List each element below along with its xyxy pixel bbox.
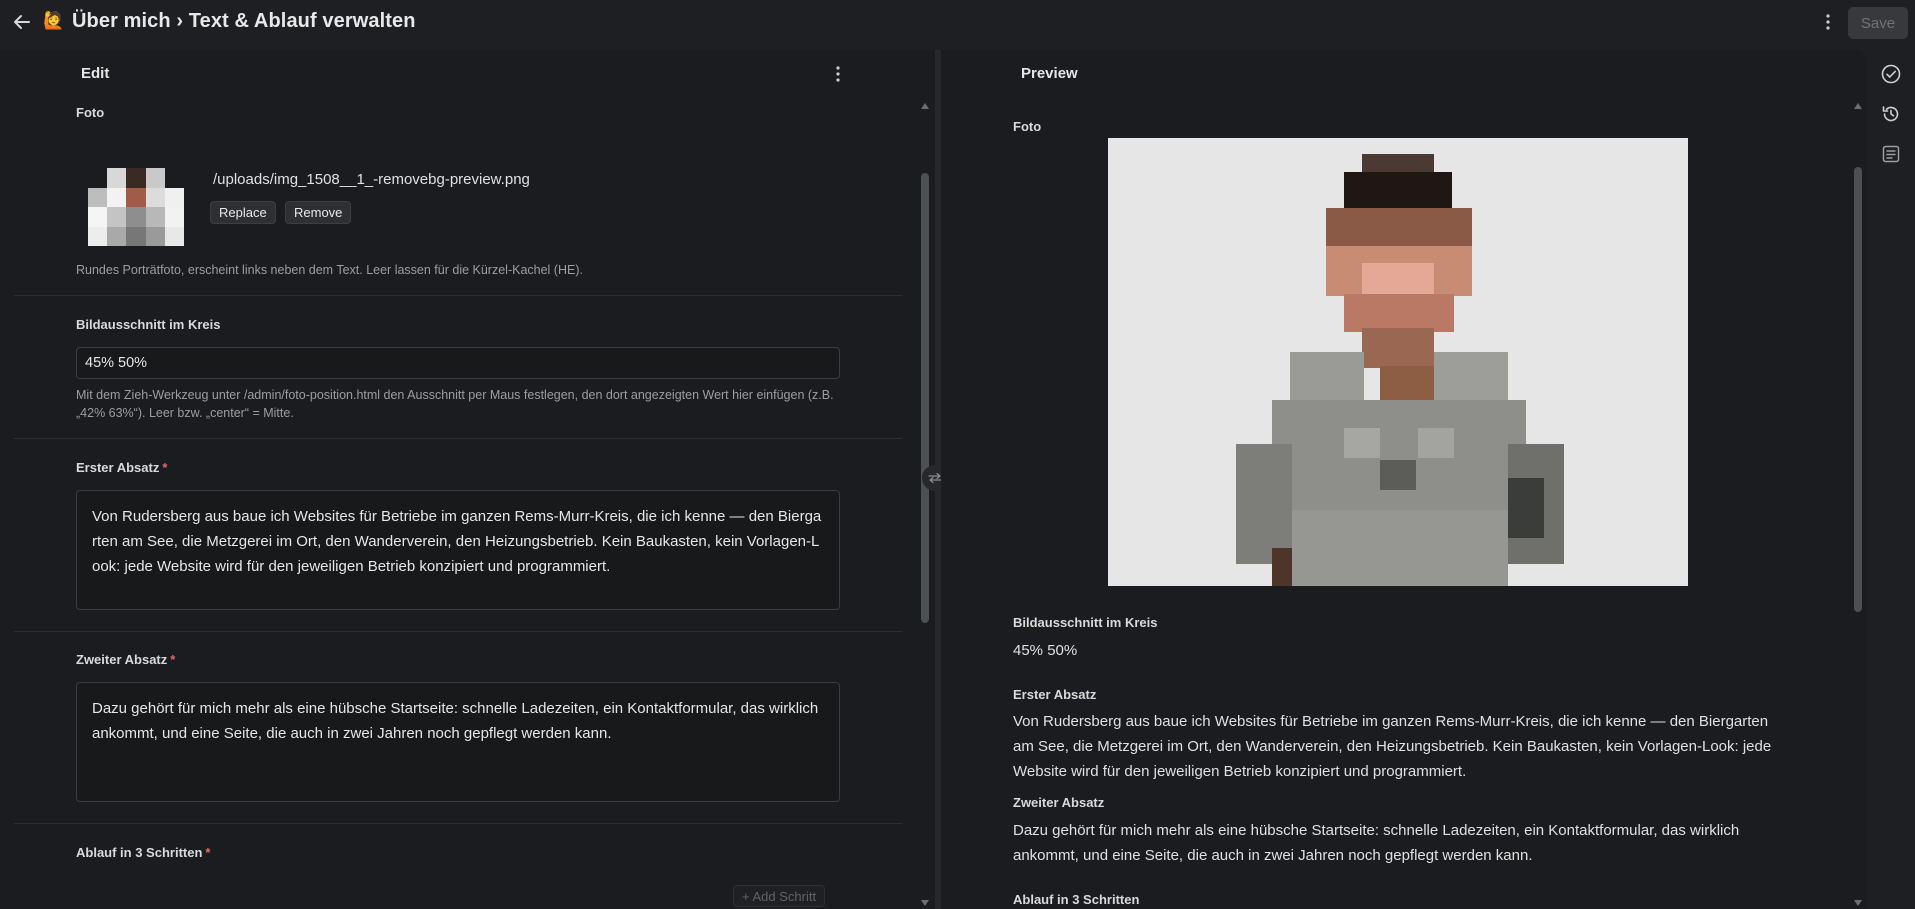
add-schritt-label: Add Schritt — [752, 888, 817, 904]
save-button[interactable]: Save — [1848, 7, 1908, 39]
zweiter-absatz-label: Zweiter Absatz * — [76, 652, 175, 667]
preview-erster-label: Erster Absatz — [1013, 687, 1097, 702]
raising-hand-emoji-icon: 🙋 — [43, 11, 65, 31]
required-mark: * — [170, 652, 176, 667]
page-title: Über mich › Text & Ablauf verwalten — [72, 10, 416, 32]
scroll-down-arrow-icon[interactable] — [1854, 900, 1862, 906]
foto-label: Foto — [76, 105, 105, 120]
replace-button[interactable]: Replace — [210, 201, 276, 224]
preview-zweiter-label: Zweiter Absatz — [1013, 795, 1105, 810]
foto-path: /uploads/img_1508__1_-removebg-preview.p… — [213, 171, 530, 188]
preview-scrollbar[interactable] — [1851, 100, 1865, 909]
foto-thumbnail — [88, 168, 184, 246]
plus-icon: + — [742, 888, 753, 904]
ablauf-label-text: Ablauf in 3 Schritten — [76, 845, 203, 860]
preview-foto-label: Foto — [1013, 119, 1042, 134]
foto-help: Rundes Porträtfoto, erscheint links nebe… — [76, 263, 583, 277]
required-mark: * — [162, 460, 168, 475]
edit-heading: Edit — [81, 65, 110, 82]
edit-scroll-thumb[interactable] — [921, 173, 929, 623]
edit-pane: Edit Foto /uploads/img_1508__1_-removebg… — [0, 50, 935, 909]
preview-erster-value: Von Rudersberg aus baue ich Websites für… — [1013, 713, 1772, 780]
more-menu-icon[interactable] — [1818, 10, 1838, 34]
preview-portrait-photo — [1108, 138, 1688, 586]
edit-menu-icon[interactable] — [828, 63, 848, 85]
divider — [14, 438, 902, 439]
edit-scrollbar[interactable] — [918, 100, 932, 909]
preview-pane: Preview Foto Bildausschnitt im Kreis 45%… — [941, 50, 1866, 909]
preview-heading: Preview — [1021, 65, 1078, 82]
add-schritt-button[interactable]: + Add Schritt — [733, 885, 826, 907]
bildausschnitt-label: Bildausschnitt im Kreis — [76, 317, 221, 332]
divider — [14, 631, 902, 632]
top-bar: 🙋 Über mich › Text & Ablauf verwalten Sa… — [0, 0, 1915, 44]
ablauf-label: Ablauf in 3 Schritten * — [76, 845, 210, 860]
preview-bildausschnitt-label: Bildausschnitt im Kreis — [1013, 615, 1158, 630]
divider — [14, 823, 902, 824]
form-list-icon[interactable] — [1879, 142, 1903, 166]
erster-absatz-label-text: Erster Absatz — [76, 460, 160, 475]
bildausschnitt-help: Mit dem Zieh-Werkzeug unter /admin/foto-… — [76, 388, 834, 420]
remove-button[interactable]: Remove — [285, 201, 352, 224]
check-circle-icon[interactable] — [1879, 62, 1903, 86]
preview-bildausschnitt-value: 45% 50% — [1013, 642, 1078, 659]
scroll-up-arrow-icon[interactable] — [1854, 103, 1862, 109]
zweiter-absatz-textarea[interactable]: Dazu gehört für mich mehr als eine hübsc… — [76, 682, 840, 802]
divider — [14, 295, 902, 296]
zweiter-absatz-label-text: Zweiter Absatz — [76, 652, 168, 667]
preview-scroll-thumb[interactable] — [1854, 167, 1862, 612]
back-arrow-icon[interactable] — [10, 10, 34, 34]
erster-absatz-textarea[interactable]: Von Rudersberg aus baue ich Websites für… — [76, 490, 840, 610]
scroll-up-arrow-icon[interactable] — [921, 103, 929, 109]
required-mark: * — [205, 845, 211, 860]
preview-ablauf-label: Ablauf in 3 Schritten — [1013, 892, 1140, 907]
preview-zweiter-value: Dazu gehört für mich mehr als eine hübsc… — [1013, 822, 1740, 864]
scroll-down-arrow-icon[interactable] — [921, 900, 929, 906]
right-rail — [1866, 50, 1915, 909]
history-icon[interactable] — [1879, 102, 1903, 126]
bildausschnitt-input[interactable]: 45% 50% — [76, 347, 840, 379]
erster-absatz-label: Erster Absatz * — [76, 460, 167, 475]
